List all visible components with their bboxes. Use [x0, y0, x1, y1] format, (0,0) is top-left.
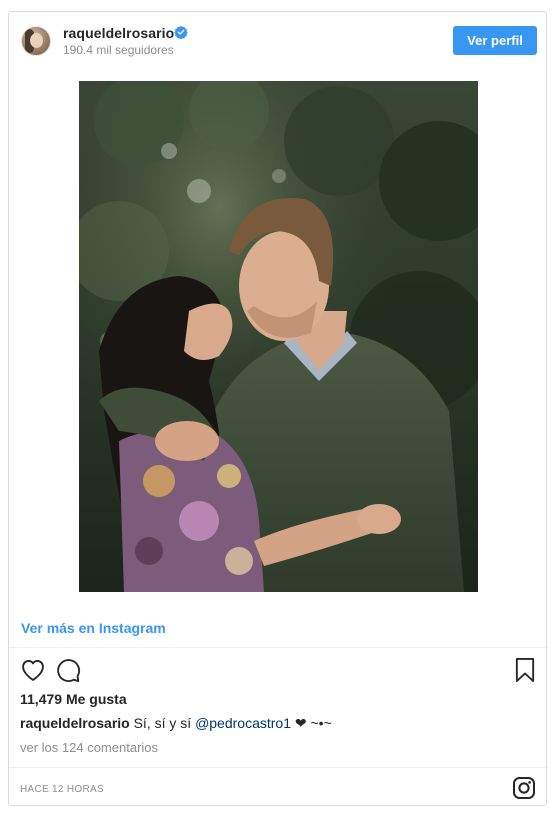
- follower-count: 190.4 mil seguidores: [63, 43, 174, 57]
- comment-icon[interactable]: [54, 656, 82, 684]
- bookmark-icon[interactable]: [511, 656, 539, 684]
- like-count[interactable]: 11,479 Me gusta: [20, 691, 127, 707]
- avatar[interactable]: [21, 26, 51, 56]
- divider: [9, 767, 546, 768]
- heart-icon[interactable]: [19, 656, 47, 684]
- avatar-face: [30, 33, 43, 48]
- caption: raqueldelrosario Sí, sí y sí @pedrocastr…: [20, 715, 332, 732]
- caption-mention[interactable]: @pedrocastro1: [195, 715, 291, 731]
- caption-text: Sí, sí y sí: [133, 715, 192, 731]
- view-profile-button[interactable]: Ver perfil: [453, 26, 537, 55]
- divider: [9, 647, 546, 648]
- instagram-logo-icon[interactable]: [512, 776, 536, 800]
- post-timestamp: HACE 12 HORAS: [20, 784, 104, 795]
- post-photo-illustration: [79, 81, 478, 592]
- caption-suffix: ❤ ~•~: [294, 715, 332, 731]
- post-header: raqueldelrosario 190.4 mil seguidores Ve…: [9, 12, 546, 70]
- action-bar: [17, 655, 538, 685]
- instagram-embed: raqueldelrosario 190.4 mil seguidores Ve…: [8, 11, 547, 806]
- caption-username[interactable]: raqueldelrosario: [20, 715, 130, 731]
- verified-badge-icon: [174, 25, 188, 39]
- view-comments-link[interactable]: ver los 124 comentarios: [20, 740, 158, 755]
- username[interactable]: raqueldelrosario: [63, 25, 174, 41]
- view-more-on-instagram-link[interactable]: Ver más en Instagram: [21, 620, 166, 636]
- post-photo[interactable]: [79, 81, 478, 592]
